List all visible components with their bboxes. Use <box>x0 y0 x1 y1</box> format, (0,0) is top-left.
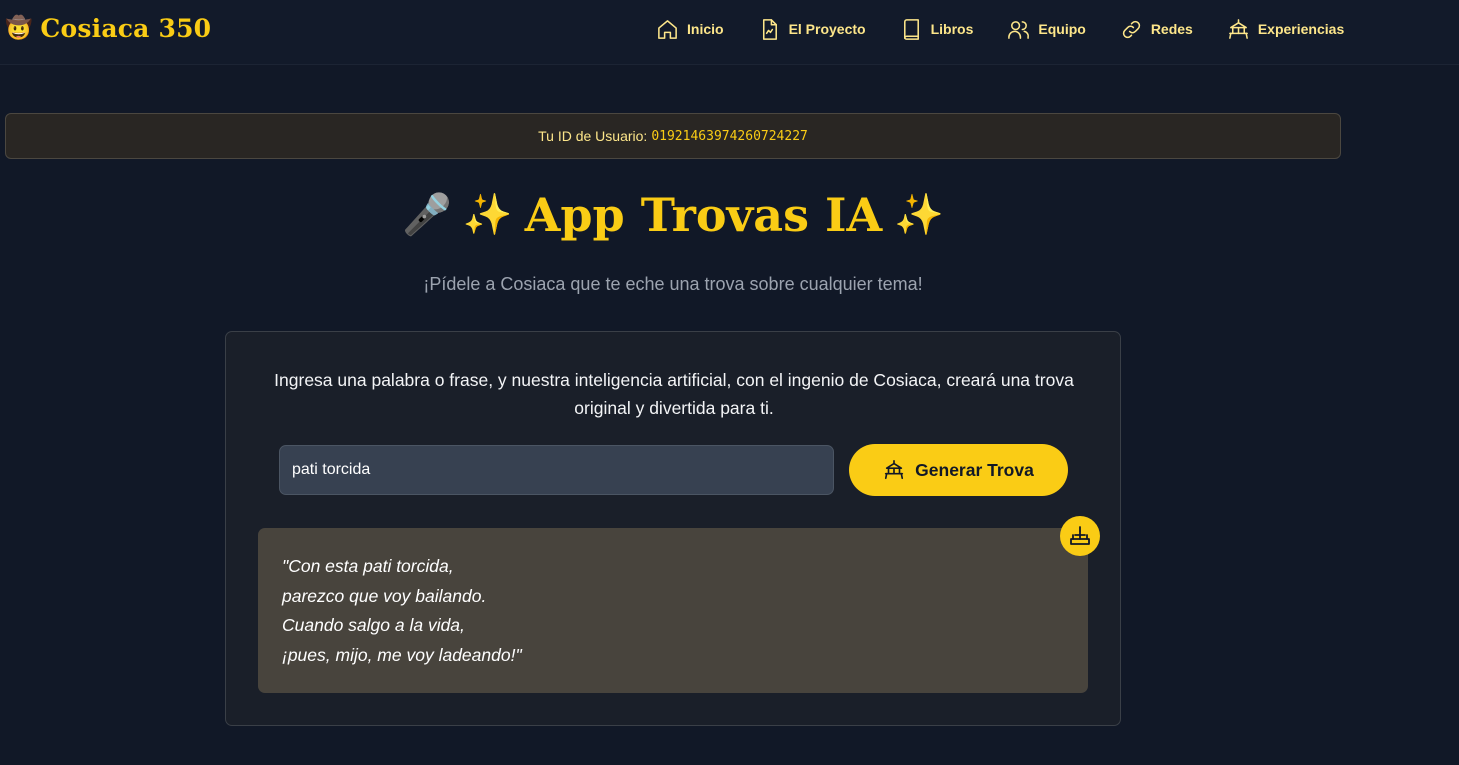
generate-trova-button[interactable]: Generar Trova <box>849 444 1068 496</box>
topic-input[interactable] <box>279 445 834 495</box>
carousel-icon <box>885 460 904 480</box>
nav-item-redes[interactable]: Redes <box>1120 18 1193 41</box>
nav-label: Libros <box>930 21 974 37</box>
share-trova-button[interactable] <box>1060 516 1100 556</box>
page-title: 🎤 ✨ App Trovas IA ✨ <box>0 186 1346 244</box>
carousel-icon <box>1070 526 1090 545</box>
users-icon <box>1008 20 1030 39</box>
nav-item-el-proyecto[interactable]: El Proyecto <box>758 18 866 41</box>
trova-line: Cuando salgo a la vida, <box>282 615 465 635</box>
nav-label: Equipo <box>1038 21 1086 37</box>
nav-item-libros[interactable]: Libros <box>900 18 974 41</box>
nav-item-equipo[interactable]: Equipo <box>1007 18 1086 41</box>
generate-trova-label: Generar Trova <box>915 459 1034 480</box>
nav-label: El Proyecto <box>788 21 866 37</box>
document-icon <box>762 18 777 40</box>
user-id-label: Tu ID de Usuario: <box>538 128 648 144</box>
top-navbar: 🤠 Cosiaca 350 Inicio El Proyecto Libros … <box>0 0 1459 65</box>
nav-label: Inicio <box>687 21 724 37</box>
trova-line: ¡pues, mijo, me voy ladeando!" <box>282 644 522 665</box>
carousel-icon <box>1228 18 1248 39</box>
link-icon <box>1122 20 1140 38</box>
cowboy-emoji-icon: 🤠 <box>5 15 33 40</box>
page-title-text: App Trovas IA <box>524 188 883 242</box>
home-icon <box>658 19 677 39</box>
trova-output: "Con esta pati torcida, parezco que voy … <box>258 528 1088 693</box>
trova-line: "Con esta pati torcida, <box>282 556 454 576</box>
brand-title: Cosiaca 350 <box>40 13 212 43</box>
microphone-sparkles-icon: 🎤 ✨ <box>401 193 513 237</box>
trova-line: parezco que voy bailando. <box>282 585 487 606</box>
brand-logo[interactable]: 🤠 Cosiaca 350 <box>5 12 211 44</box>
nav-item-inicio[interactable]: Inicio <box>656 18 724 41</box>
book-icon <box>903 18 919 40</box>
intro-text: Ingresa una palabra o frase, y nuestra i… <box>274 370 1074 418</box>
user-id-banner: Tu ID de Usuario: 01921463974260724227 <box>5 113 1341 159</box>
page-subtitle: ¡Pídele a Cosiaca que te eche una trova … <box>423 274 923 294</box>
user-id-value: 01921463974260724227 <box>651 128 808 144</box>
nav-label: Experiencias <box>1257 21 1345 37</box>
sparkles-icon: ✨ <box>894 193 945 237</box>
trova-generator-card: Ingresa una palabra o frase, y nuestra i… <box>225 331 1121 726</box>
nav-item-experiencias[interactable]: Experiencias <box>1227 18 1344 41</box>
nav-label: Redes <box>1150 21 1193 37</box>
main-nav: Inicio El Proyecto Libros Equipo Redes E… <box>656 14 1344 44</box>
